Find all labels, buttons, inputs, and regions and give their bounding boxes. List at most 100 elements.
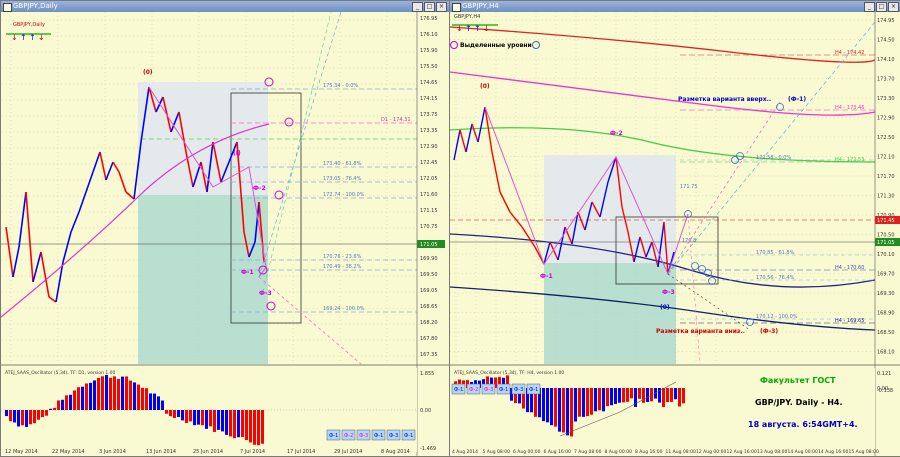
wave-toggle-label: Ф-2 xyxy=(344,433,353,439)
date-tick-label: 6 Aug 00:00 xyxy=(513,449,541,455)
price-tick-label: 174.65 xyxy=(420,80,438,86)
oscillator-bar xyxy=(97,377,100,410)
oscillator-bar xyxy=(217,410,220,430)
close-button[interactable]: × xyxy=(436,2,447,12)
oscillator-bar xyxy=(205,410,208,429)
price-tick-label: 170.50 xyxy=(877,233,895,239)
oscillator-bar xyxy=(550,388,553,426)
date-tick-label: 11 Aug 08:00 xyxy=(666,449,696,455)
price-tick-label: 173.35 xyxy=(420,128,438,134)
oscillator-bar xyxy=(161,400,164,410)
wave-label: (0) xyxy=(143,69,153,76)
wave-toggle-label: Ф-3 xyxy=(359,433,368,439)
oscillator-bar xyxy=(558,388,561,432)
close-button[interactable]: × xyxy=(888,2,899,12)
wave-label: Ф-3 xyxy=(662,289,675,296)
oscillator-bar xyxy=(89,382,92,410)
oscillator-scale-label: 1.855 xyxy=(420,371,434,377)
oscillator-scale-label: 0.121 xyxy=(877,371,891,377)
price-tick-label: 169.90 xyxy=(420,256,438,262)
minimize-button[interactable]: _ xyxy=(412,2,423,12)
fib-level-label: 173.40 - 61.8% xyxy=(323,161,362,167)
date-tick-label: 12 Aug 00:00 xyxy=(696,449,726,455)
daily-chart-canvas[interactable]: 175.34 - 0.0% 173.40 - 61.8% 173.05 - 76.4… xyxy=(1,12,449,456)
price-tick-label: 168.90 xyxy=(877,311,895,317)
info-subtitle: GBP/JPY. Daily - H4. xyxy=(755,398,843,407)
oscillator-bar xyxy=(586,388,589,417)
oscillator-bar xyxy=(85,383,88,410)
oscillator-bar xyxy=(626,388,629,402)
oscillator-bar xyxy=(606,388,609,407)
oscillator-bar xyxy=(253,410,256,445)
current-price-label: 171.05 xyxy=(420,242,438,248)
oscillator-bar xyxy=(117,378,120,410)
oscillator-bar xyxy=(542,388,545,422)
oscillator-bar xyxy=(678,388,681,407)
date-tick-label: 5 Aug 08:00 xyxy=(483,449,511,455)
fib-level-label: 170.76 - 23.6% xyxy=(323,254,362,260)
oscillator-bar xyxy=(177,410,180,417)
oscillator-bar xyxy=(133,382,136,410)
oscillator-bar xyxy=(221,410,224,432)
wave-toggle-label: Ф-1 xyxy=(374,433,383,439)
fib-zone-lower xyxy=(138,195,268,364)
wave-toggle-label: Ф-1 xyxy=(329,433,338,439)
chart-symbol-label: GBPJPY,Daily xyxy=(13,22,45,28)
price-tick-label: 168.20 xyxy=(420,320,438,326)
red-price-label: 171.45 xyxy=(877,218,895,224)
price-tick-label: 168.10 xyxy=(877,350,895,356)
oscillator-bar xyxy=(45,410,48,416)
legend-label: Выделенные уровни xyxy=(460,42,532,49)
minimize-button[interactable]: _ xyxy=(864,2,875,12)
daily-window-titlebar[interactable]: GBPJPY,Daily _ □ × xyxy=(1,1,449,12)
oscillator-bar xyxy=(185,410,188,423)
oscillator-bar xyxy=(169,410,172,417)
oscillator-bar xyxy=(25,410,28,428)
oscillator-bar xyxy=(598,388,601,411)
oscillator-bar xyxy=(646,388,649,403)
price-tick-label: 173.30 xyxy=(877,96,895,102)
date-tick-label: 7 Jul 2014 xyxy=(240,449,265,455)
d1-level-label: D1 - 174.31 xyxy=(381,117,411,123)
current-price-label: 171.05 xyxy=(877,240,895,246)
oscillator-bar xyxy=(125,376,128,410)
oscillator-bar xyxy=(49,408,52,410)
oscillator-bar xyxy=(65,395,68,410)
oscillator-bar xyxy=(17,410,20,427)
oscillator-bar xyxy=(618,388,621,403)
oscillator-bar xyxy=(141,387,144,410)
date-tick-label: 17 Jul 2014 xyxy=(287,449,315,455)
oscillator-bar xyxy=(249,410,252,443)
date-tick-label: 14 Aug 16:00 xyxy=(818,449,848,455)
wave-label: (I) xyxy=(233,150,241,157)
oscillator-bar xyxy=(37,410,40,420)
maximize-button[interactable]: □ xyxy=(876,2,887,12)
oscillator-scale-label: 0.00 xyxy=(420,408,431,414)
wave-label: Ф-1 xyxy=(540,273,553,280)
oscillator-bar xyxy=(149,393,152,410)
wave-label: (0) xyxy=(660,304,670,311)
wave-label: (0) xyxy=(480,83,490,90)
maximize-button[interactable]: □ xyxy=(424,2,435,12)
chart-window-icon xyxy=(3,3,12,12)
price-tick-label: 172.50 xyxy=(877,135,895,141)
fib-level-label: 175.34 - 0.0% xyxy=(323,83,358,89)
price-tick-label: 172.05 xyxy=(420,176,438,182)
oscillator-bar xyxy=(189,410,192,422)
oscillator-bar xyxy=(666,388,669,403)
wave-toggle-label: Ф-3 xyxy=(484,387,493,393)
oscillator-bar xyxy=(662,388,665,408)
oscillator-bar xyxy=(77,387,80,410)
date-tick-label: 3 Jun 2014 xyxy=(99,449,126,455)
oscillator-bar xyxy=(257,410,260,446)
oscillator-bar xyxy=(13,410,16,423)
wave-label: Ф-3 xyxy=(259,290,272,297)
daily-window-title: GBPJPY,Daily xyxy=(13,2,58,10)
fib-level-label: 170.56 - 76.4% xyxy=(756,275,795,281)
h4-chart-canvas[interactable]: H4 - 174.42H4 - 173.46H4 - 172.53H4 - 17… xyxy=(450,12,900,456)
h4-window-titlebar[interactable]: GBPJPY,H4 _ □ × xyxy=(450,1,900,12)
wave-toggle-label: Ф-3 xyxy=(514,387,523,393)
h4-level-label: H4 - 173.46 xyxy=(835,105,864,111)
h4-window-title: GBPJPY,H4 xyxy=(462,2,499,10)
oscillator-bar xyxy=(582,388,585,417)
